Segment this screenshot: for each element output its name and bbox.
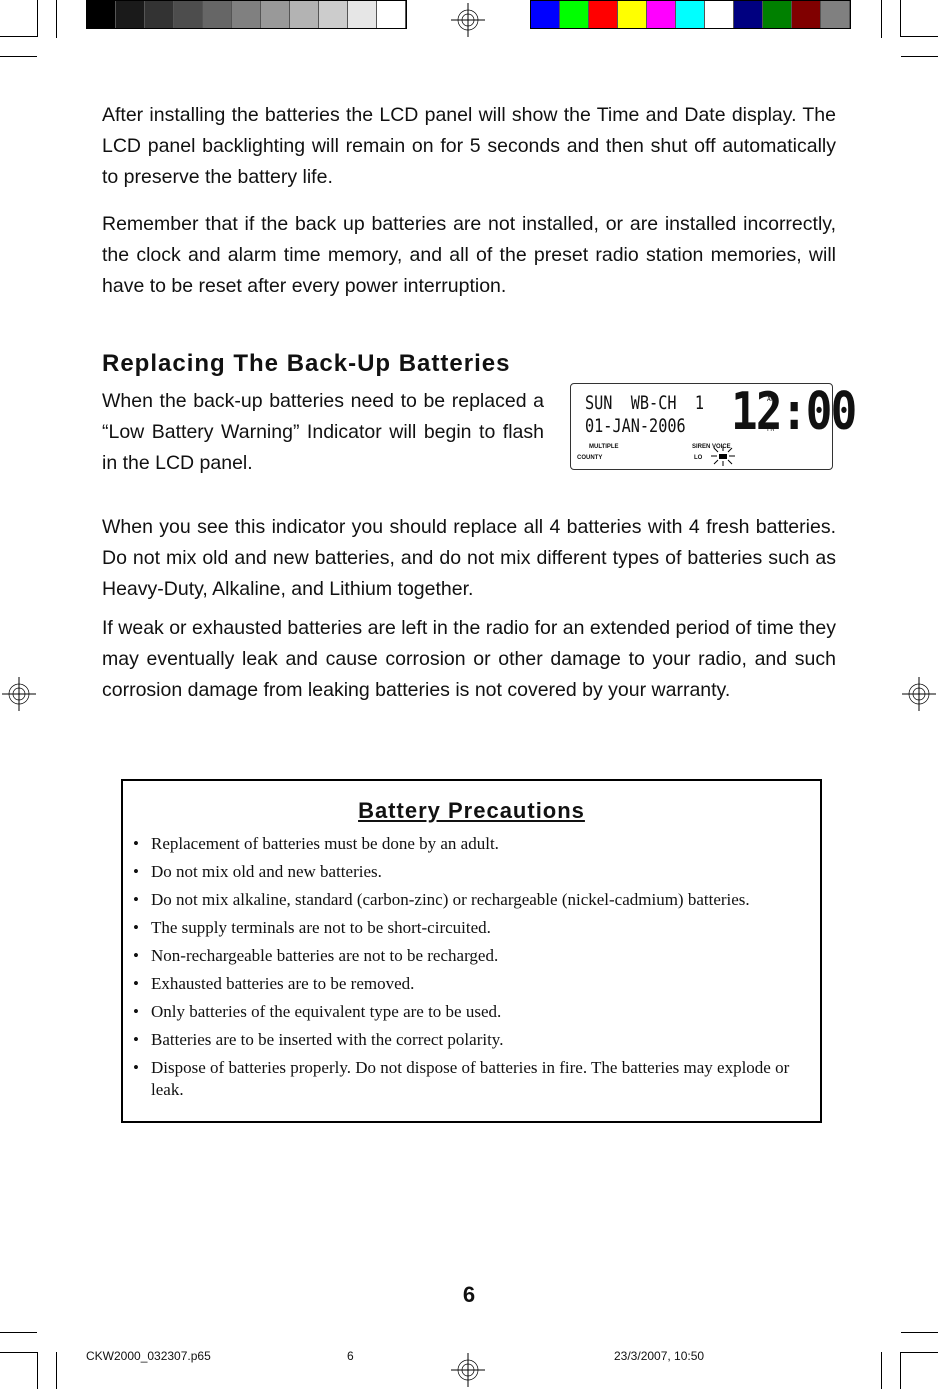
- color-bar: [530, 0, 851, 29]
- color-swatch: [232, 1, 261, 28]
- precautions-title: Battery Precautions: [358, 798, 585, 823]
- color-swatch: [377, 1, 406, 28]
- lcd-line1: SUN WB-CH 1: [585, 392, 704, 414]
- lcd-multiple: MULTIPLE: [589, 444, 619, 450]
- crop-mark: [901, 1332, 938, 1333]
- low-battery-flashing-icon: [711, 446, 735, 466]
- grayscale-bar: [86, 0, 407, 29]
- color-swatch: [116, 1, 145, 28]
- lcd-display-illustration: SUN WB-CH 1 01-JAN-2006 12:00 AM PM MULT…: [570, 382, 857, 470]
- lcd-line2: 01-JAN-2006: [585, 415, 686, 437]
- list-item: Non-rechargeable batteries are not to be…: [133, 945, 812, 967]
- color-swatch: [174, 1, 203, 28]
- color-swatch: [203, 1, 232, 28]
- list-item: Exhausted batteries are to be removed.: [133, 973, 812, 995]
- crop-mark: [901, 36, 938, 37]
- list-item: Batteries are to be inserted with the co…: [133, 1029, 812, 1051]
- page-number: 6: [462, 1282, 476, 1307]
- crop-mark: [0, 1352, 37, 1353]
- paragraph-low-battery: When the back-up batteries need to be re…: [102, 390, 544, 474]
- paragraph-leak-warning: If weak or exhausted batteries are left …: [102, 617, 836, 701]
- lcd-county: COUNTY: [577, 455, 603, 461]
- crop-mark: [56, 1352, 57, 1389]
- color-swatch: [319, 1, 348, 28]
- crop-mark: [0, 36, 37, 37]
- registration-mark-icon: [451, 3, 485, 37]
- color-swatch: [618, 1, 647, 28]
- color-swatch: [647, 1, 676, 28]
- footer-datetime: 23/3/2007, 10:50: [614, 1349, 705, 1363]
- color-swatch: [792, 1, 821, 28]
- crop-mark: [56, 0, 57, 38]
- list-item: Do not mix alkaline, standard (carbon-zi…: [133, 889, 812, 911]
- lcd-time: 12:00: [731, 382, 857, 442]
- precautions-list: Replacement of batteries must be done by…: [133, 833, 812, 1107]
- color-swatch: [676, 1, 705, 28]
- crop-mark: [37, 1352, 38, 1389]
- registration-mark-icon: [451, 1353, 485, 1387]
- color-swatch: [87, 1, 116, 28]
- crop-mark: [37, 0, 38, 37]
- list-item: Only batteries of the equivalent type ar…: [133, 1001, 812, 1023]
- crop-mark: [901, 1352, 938, 1353]
- list-item: The supply terminals are not to be short…: [133, 917, 812, 939]
- list-item: Dispose of batteries properly. Do not di…: [133, 1057, 812, 1101]
- paragraph-lcd-startup: After installing the batteries the LCD p…: [102, 104, 836, 188]
- crop-mark: [0, 56, 37, 57]
- footer-page: 6: [347, 1349, 354, 1363]
- registration-mark-icon: [2, 677, 36, 711]
- color-swatch: [290, 1, 319, 28]
- color-swatch: [589, 1, 618, 28]
- crop-mark: [0, 1332, 37, 1333]
- registration-mark-icon: [902, 677, 936, 711]
- color-swatch: [531, 1, 560, 28]
- crop-mark: [881, 0, 882, 38]
- lcd-pm: PM: [767, 426, 775, 433]
- section-heading: Replacing The Back-Up Batteries: [102, 350, 511, 377]
- paragraph-replace-batteries: When you see this indicator you should r…: [102, 516, 836, 600]
- color-swatch: [734, 1, 763, 28]
- footer-filename: CKW2000_032307.p65: [86, 1349, 211, 1363]
- lcd-lo: LO: [694, 455, 703, 461]
- battery-precautions-box: Battery Precautions Replacement of batte…: [121, 779, 822, 1123]
- crop-mark: [900, 1352, 901, 1389]
- list-item: Replacement of batteries must be done by…: [133, 833, 812, 855]
- color-swatch: [821, 1, 850, 28]
- color-swatch: [763, 1, 792, 28]
- crop-mark: [881, 1352, 882, 1389]
- paragraph-memory-warning: Remember that if the back up batteries a…: [102, 213, 836, 297]
- color-swatch: [705, 1, 734, 28]
- color-swatch: [261, 1, 290, 28]
- list-item: Do not mix old and new batteries.: [133, 861, 812, 883]
- color-swatch: [348, 1, 377, 28]
- color-swatch: [145, 1, 174, 28]
- color-swatch: [560, 1, 589, 28]
- crop-mark: [900, 0, 901, 37]
- lcd-am: AM: [767, 396, 775, 403]
- crop-mark: [901, 56, 938, 57]
